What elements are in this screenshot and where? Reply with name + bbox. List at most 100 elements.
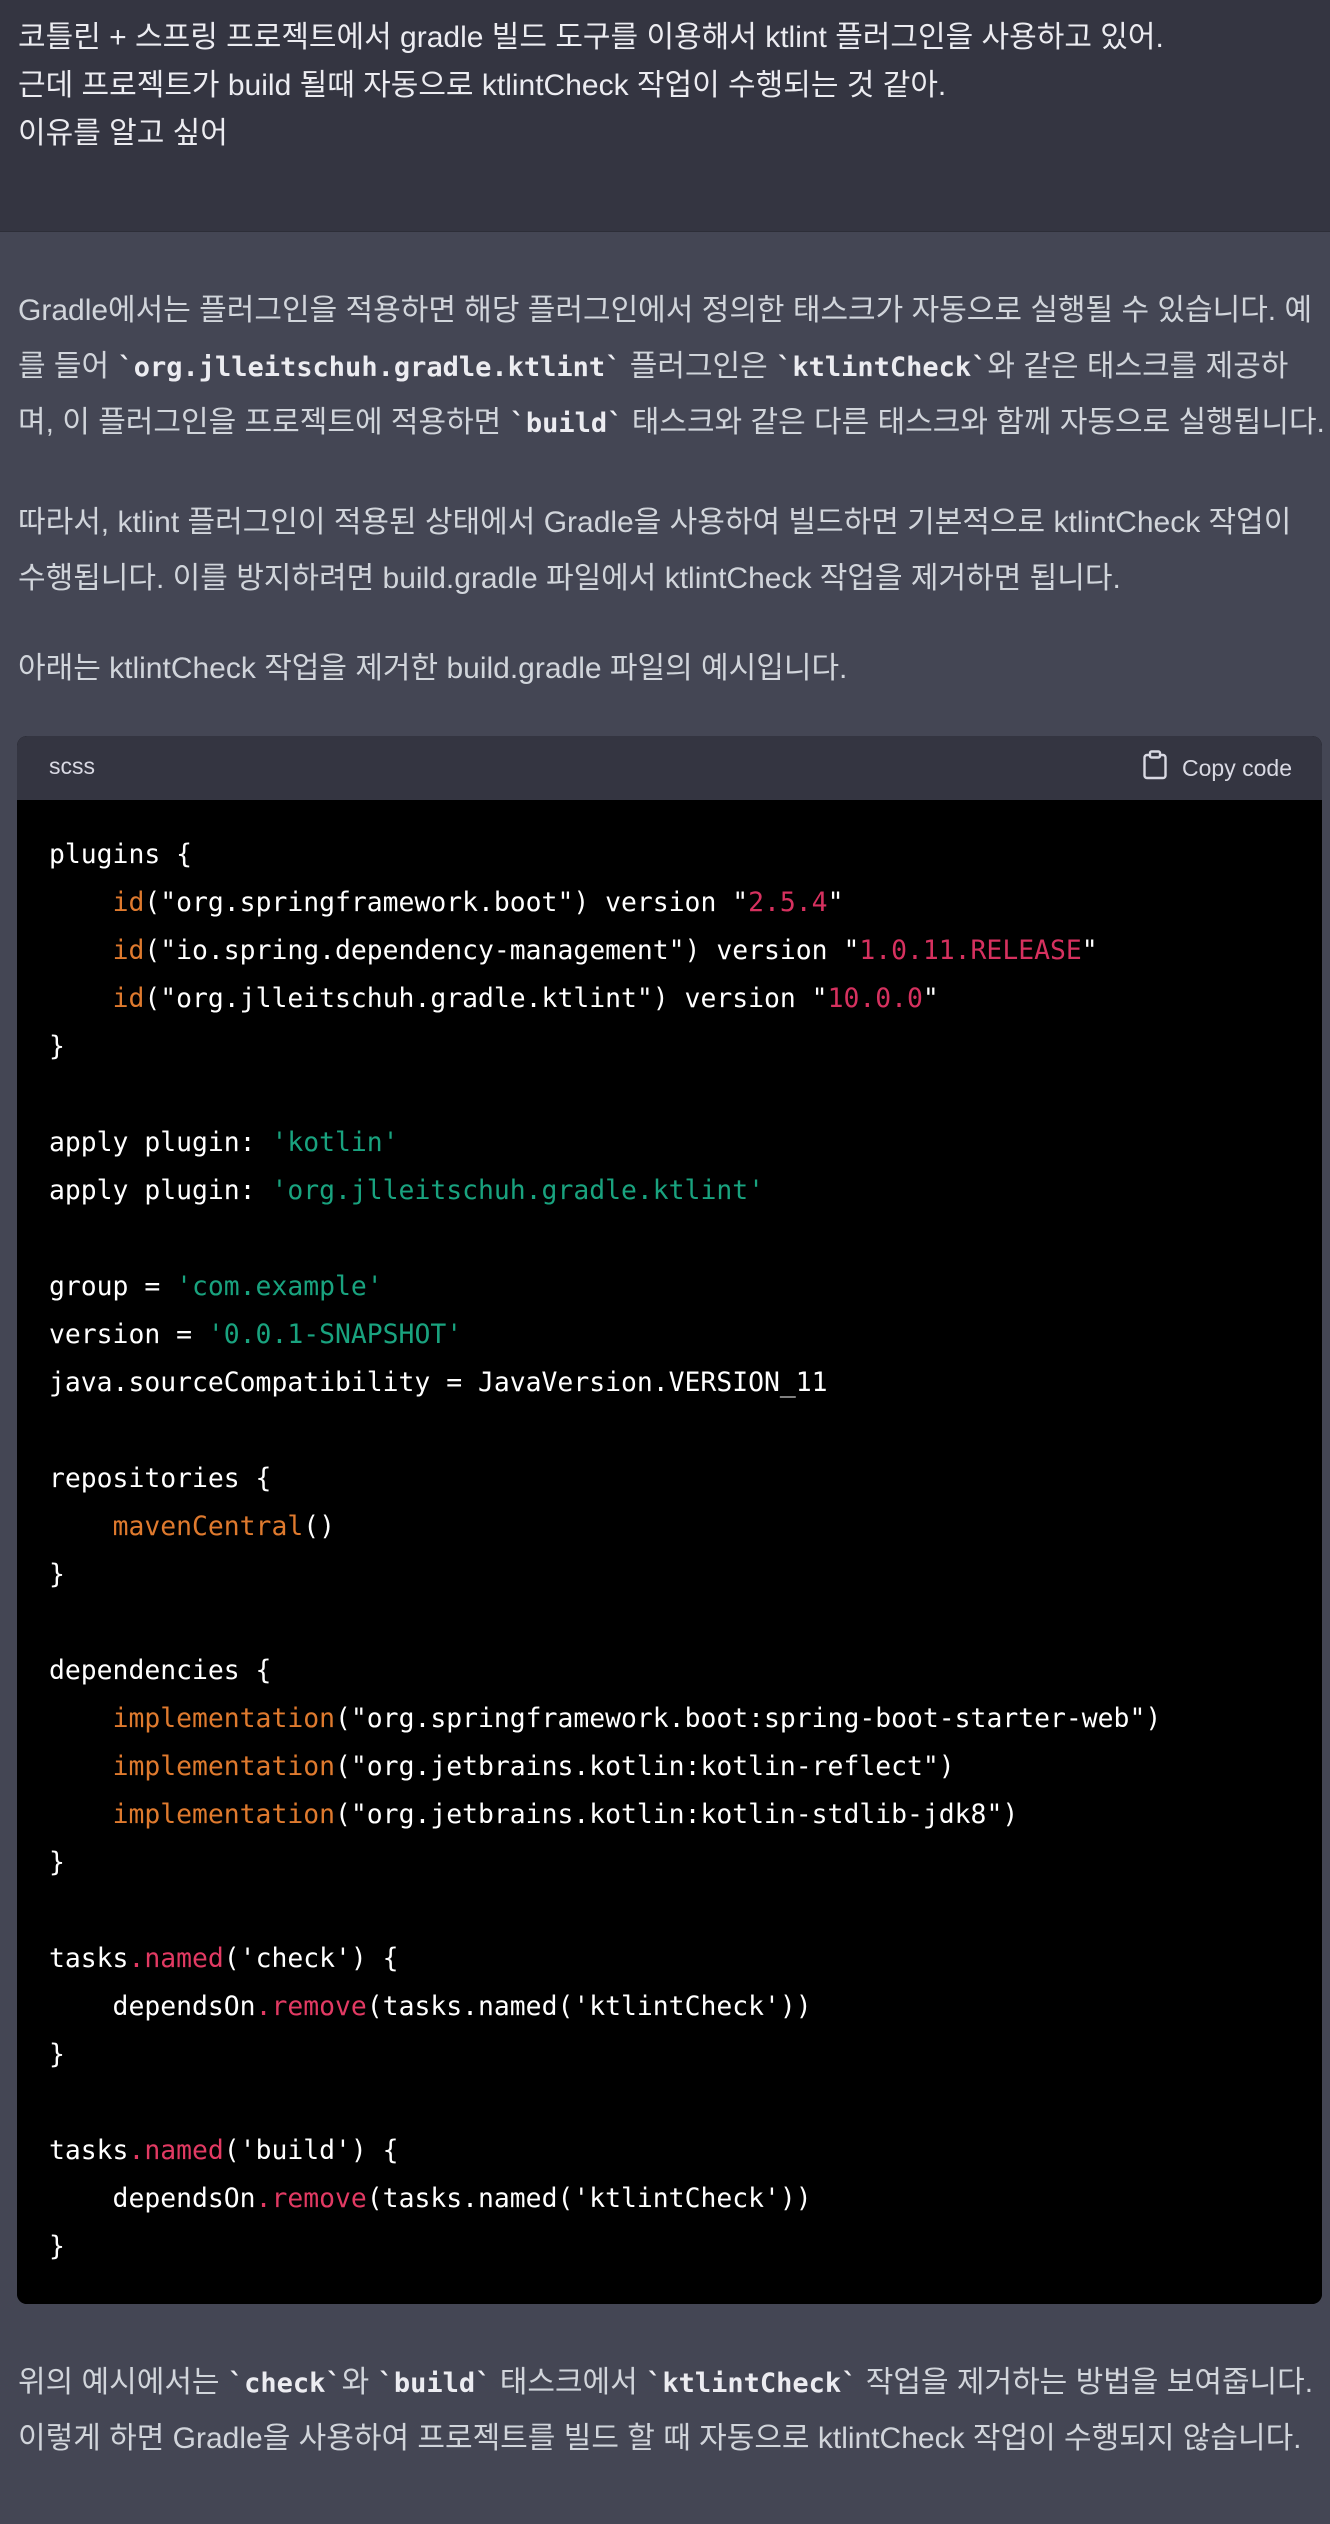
code-line: tasks.named('check') { <box>49 1935 1161 1983</box>
code-token: 2.5.4 <box>748 887 828 918</box>
assistant-paragraph-line: 이렇게 하면 Gradle을 사용하여 프로젝트를 빌드 할 때 자동으로 kt… <box>18 2422 1302 2455</box>
code-token: ("org.jlleitschuh.gradle.ktlint") versio… <box>144 983 828 1014</box>
code-block: scss Copy code plugins { id("org.springf… <box>17 736 1322 2304</box>
code-token: tasks <box>49 1943 129 1974</box>
code-token: } <box>49 2231 65 2262</box>
inline-code: `build` <box>377 2368 492 2399</box>
code-token: id <box>112 887 145 918</box>
code-token: apply plugin: <box>49 1127 272 1158</box>
code-token: " <box>1081 935 1098 966</box>
code-token: .named <box>128 1943 224 1974</box>
code-token: 1.0.11.RELEASE <box>859 935 1082 966</box>
code-line: } <box>49 2223 1161 2271</box>
code-token: implementation <box>112 1703 336 1734</box>
text: Gradle에서는 플러그인을 적용하면 해당 플러그인에서 정의한 태스크가 … <box>18 294 1313 327</box>
code-line: implementation("org.jetbrains.kotlin:kot… <box>49 1743 1161 1791</box>
code-token: dependsOn <box>49 1991 256 2022</box>
code-token: 'com.example' <box>176 1271 383 1302</box>
code-line: } <box>49 1551 1161 1599</box>
clipboard-icon <box>1142 750 1182 786</box>
assistant-paragraph-line: 며, 이 플러그인을 프로젝트에 적용하면 `build` 태스크와 같은 다른… <box>18 395 1325 452</box>
code-line: apply plugin: 'kotlin' <box>49 1119 1161 1167</box>
code-token: version = <box>49 1319 208 1350</box>
code-line: plugins { <box>49 831 1161 879</box>
code-language-label: scss <box>49 753 95 779</box>
code-line: dependencies { <box>49 1647 1161 1695</box>
code-content: plugins { id("org.springframework.boot")… <box>49 831 1161 2271</box>
text: 며, 이 플러그인을 프로젝트에 적용하면 <box>18 406 510 439</box>
text: 플러그인은 <box>621 350 777 383</box>
code-line: } <box>49 1023 1161 1071</box>
code-token: " <box>827 887 844 918</box>
assistant-paragraph-line: 따라서, ktlint 플러그인이 적용된 상태에서 Gradle을 사용하여 … <box>18 506 1292 539</box>
code-token: dependencies { <box>49 1655 272 1686</box>
code-block-header: scss Copy code <box>17 736 1322 800</box>
inline-code: `ktlintCheck` <box>776 352 988 383</box>
code-line: java.sourceCompatibility = JavaVersion.V… <box>49 1359 1161 1407</box>
code-line: id("org.springframework.boot") version "… <box>49 879 1161 927</box>
code-token: ('check') { <box>223 1943 399 1974</box>
code-token: .remove <box>255 1991 367 2022</box>
text: 태스크와 같은 다른 태스크와 함께 자동으로 실행됩니다. <box>623 406 1325 439</box>
code-token: ("org.jetbrains.kotlin:kotlin-reflect") <box>335 1751 955 1782</box>
code-token: ("io.spring.dependency-management") vers… <box>144 935 860 966</box>
code-token: .named <box>128 2135 224 2166</box>
code-body: plugins { id("org.springframework.boot")… <box>17 800 1322 2304</box>
code-token: ("org.jetbrains.kotlin:kotlin-stdlib-jdk… <box>335 1799 1019 1830</box>
code-token: group = <box>49 1271 177 1302</box>
code-token: tasks <box>49 2135 129 2166</box>
text: 를 들어 <box>18 350 118 383</box>
code-line: dependsOn.remove(tasks.named('ktlintChec… <box>49 2175 1161 2223</box>
user-message-line: 근데 프로젝트가 build 될때 자동으로 ktlintCheck 작업이 수… <box>18 69 947 102</box>
code-token: ("org.springframework.boot:spring-boot-s… <box>335 1703 1162 1734</box>
assistant-paragraph-line: 아래는 ktlintCheck 작업을 제거한 build.gradle 파일의… <box>18 652 848 685</box>
code-token: (tasks.named('ktlintCheck')) <box>366 2183 812 2214</box>
copy-code-button[interactable]: Copy code <box>1142 750 1292 786</box>
code-token: } <box>49 2039 65 2070</box>
user-message-line: 코틀린 + 스프링 프로젝트에서 gradle 빌드 도구를 이용해서 ktli… <box>18 21 1164 54</box>
text: 태스크에서 <box>491 2366 647 2399</box>
code-line: implementation("org.jetbrains.kotlin:kot… <box>49 1791 1161 1839</box>
code-token: 10.0.0 <box>827 983 923 1014</box>
copy-code-label: Copy code <box>1182 754 1292 781</box>
code-token: plugins { <box>49 839 192 870</box>
code-line: apply plugin: 'org.jlleitschuh.gradle.kt… <box>49 1167 1161 1215</box>
code-token: dependsOn <box>49 2183 256 2214</box>
code-line: version = '0.0.1-SNAPSHOT' <box>49 1311 1161 1359</box>
text: 와 같은 태스크를 제공하 <box>987 350 1289 383</box>
text: 작업을 제거하는 방법을 보여줍니다. <box>857 2366 1314 2399</box>
code-token: apply plugin: <box>49 1175 272 1206</box>
code-token: } <box>49 1031 65 1062</box>
assistant-paragraph-line: Gradle에서는 플러그인을 적용하면 해당 플러그인에서 정의한 태스크가 … <box>18 283 1318 339</box>
text: 위의 예시에서는 <box>18 2366 228 2399</box>
inline-code: `org.jlleitschuh.gradle.ktlint` <box>117 352 622 383</box>
assistant-paragraph-line: 수행됩니다. 이를 방지하려면 build.gradle 파일에서 ktlint… <box>18 562 1121 595</box>
text: 와 <box>341 2366 378 2399</box>
code-line: tasks.named('build') { <box>49 2127 1161 2175</box>
inline-code: `build` <box>509 408 624 439</box>
code-line: } <box>49 2031 1161 2079</box>
code-token: } <box>49 1847 65 1878</box>
code-token: (tasks.named('ktlintCheck')) <box>366 1991 812 2022</box>
code-token: id <box>112 983 145 1014</box>
assistant-paragraph-line: 위의 예시에서는 `check`와 `build` 태스크에서 `ktlintC… <box>18 2355 1318 2412</box>
code-line: dependsOn.remove(tasks.named('ktlintChec… <box>49 1983 1161 2031</box>
assistant-paragraph-line: 를 들어 `org.jlleitschuh.gradle.ktlint` 플러그… <box>18 339 1318 396</box>
code-token: '0.0.1-SNAPSHOT' <box>207 1319 463 1350</box>
code-line: repositories { <box>49 1455 1161 1503</box>
code-token: ("org.springframework.boot") version " <box>144 887 749 918</box>
code-token: .remove <box>255 2183 367 2214</box>
inline-code: `ktlintCheck` <box>646 2368 858 2399</box>
inline-code: `check` <box>227 2368 342 2399</box>
